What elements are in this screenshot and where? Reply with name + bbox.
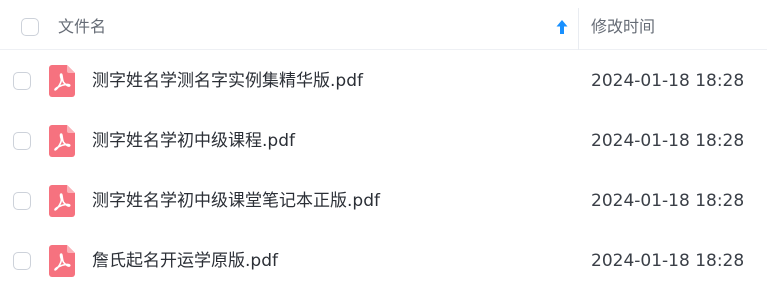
file-row[interactable]: 测字姓名学初中级课程.pdf 2024-01-18 18:28	[0, 111, 767, 171]
pdf-file-icon	[49, 125, 75, 157]
row-checkbox[interactable]	[13, 192, 31, 210]
file-name[interactable]: 詹氏起名开运学原版.pdf	[92, 250, 278, 272]
row-checkbox[interactable]	[13, 72, 31, 90]
row-checkbox[interactable]	[13, 252, 31, 270]
row-checkbox[interactable]	[13, 132, 31, 150]
file-row[interactable]: 詹氏起名开运学原版.pdf 2024-01-18 18:28	[0, 231, 767, 291]
column-header-modified-time[interactable]: 修改时间	[591, 17, 655, 37]
file-name[interactable]: 测字姓名学初中级课程.pdf	[92, 130, 295, 152]
pdf-file-icon	[49, 185, 75, 217]
file-list: 文件名 修改时间 测字姓名学测名字实例集精华版.pdf 2024-01-18 1…	[0, 0, 767, 305]
file-modified-time: 2024-01-18 18:28	[591, 191, 745, 211]
file-list-header: 文件名 修改时间	[0, 0, 767, 50]
pdf-file-icon	[49, 245, 75, 277]
file-modified-time: 2024-01-18 18:28	[591, 131, 745, 151]
column-header-name[interactable]: 文件名	[58, 17, 106, 37]
file-modified-time: 2024-01-18 18:28	[591, 71, 745, 91]
file-row[interactable]: 测字姓名学测名字实例集精华版.pdf 2024-01-18 18:28	[0, 51, 767, 111]
pdf-file-icon	[49, 65, 75, 97]
column-divider[interactable]	[578, 8, 579, 50]
select-all-checkbox[interactable]	[21, 18, 39, 36]
file-name[interactable]: 测字姓名学初中级课堂笔记本正版.pdf	[92, 190, 380, 212]
file-name[interactable]: 测字姓名学测名字实例集精华版.pdf	[92, 70, 363, 92]
file-modified-time: 2024-01-18 18:28	[591, 251, 745, 271]
arrow-up-icon[interactable]	[555, 19, 569, 35]
file-row[interactable]: 测字姓名学初中级课堂笔记本正版.pdf 2024-01-18 18:28	[0, 171, 767, 231]
